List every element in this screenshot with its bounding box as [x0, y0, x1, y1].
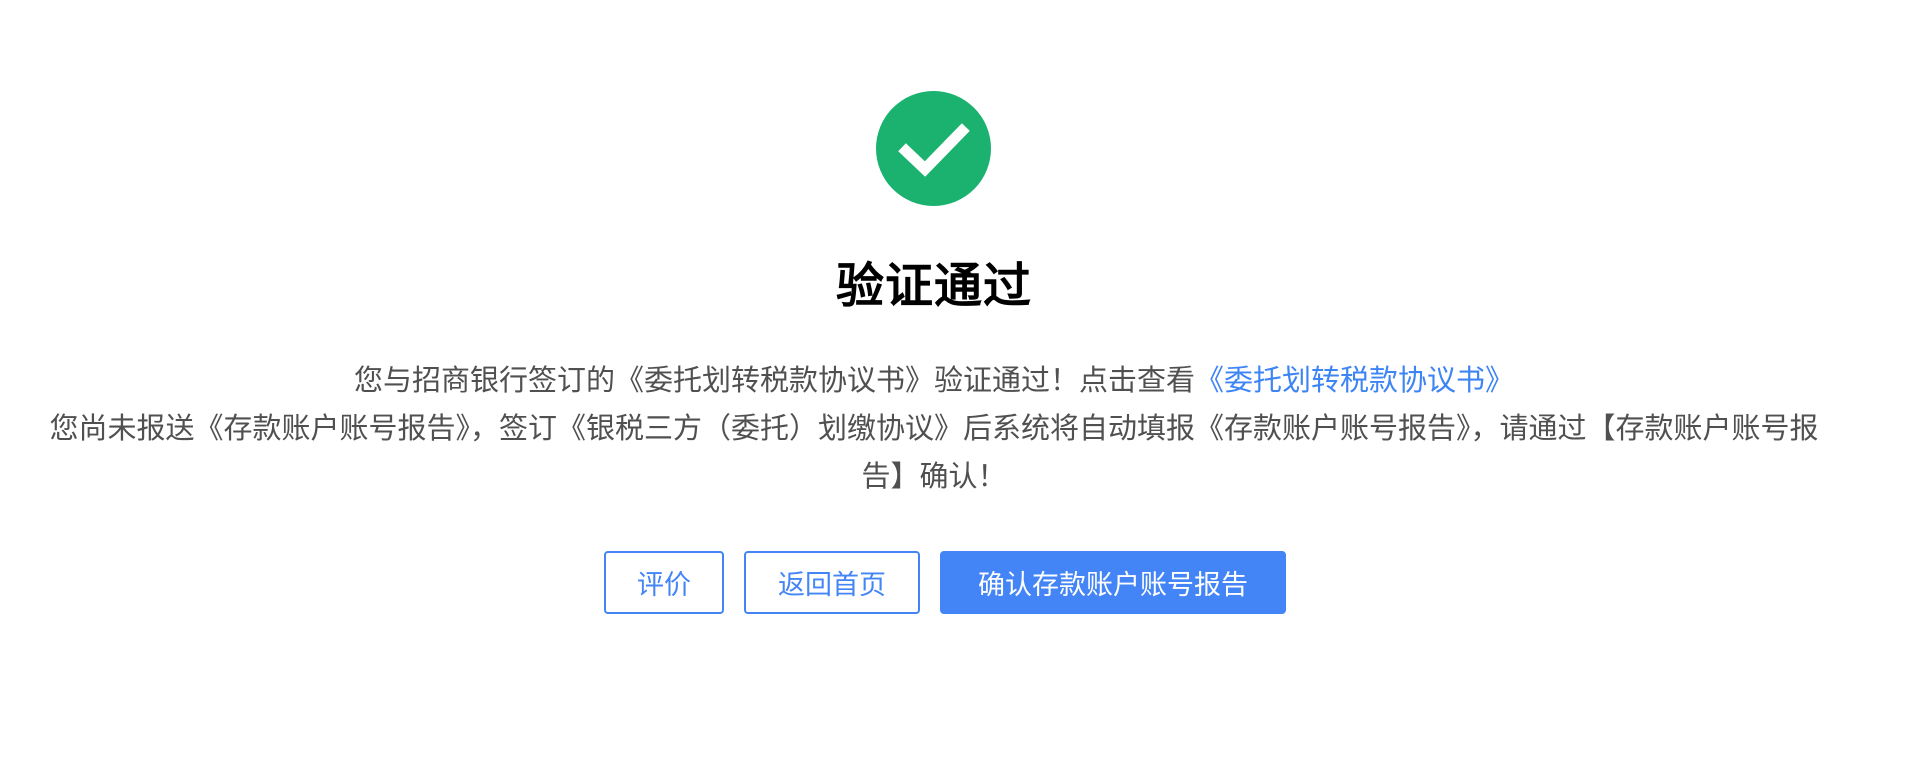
return-home-button[interactable]: 返回首页 — [744, 551, 920, 614]
check-circle-icon — [876, 91, 991, 206]
action-buttons: 评价 返回首页 确认存款账户账号报告 — [0, 551, 1868, 614]
agreement-link[interactable]: 《委托划转税款协议书》 — [1195, 363, 1514, 397]
message-line-1-text: 您与招商银行签订的《委托划转税款协议书》验证通过！点击查看 — [353, 363, 1195, 397]
confirm-deposit-report-button[interactable]: 确认存款账户账号报告 — [940, 551, 1286, 614]
result-page: 验证通过 您与招商银行签订的《委托划转税款协议书》验证通过！点击查看《委托划转税… — [0, 0, 1920, 764]
checkmark-icon — [897, 122, 970, 177]
evaluate-button[interactable]: 评价 — [604, 551, 724, 614]
page-title: 验证通过 — [835, 258, 1032, 314]
result-message: 您与招商银行签订的《委托划转税款协议书》验证通过！点击查看《委托划转税款协议书》… — [40, 356, 1828, 500]
message-line-2: 您尚未报送《存款账户账号报告》，签订《银税三方（委托）划缴协议》后系统将自动填报… — [49, 411, 1819, 493]
message-line-1: 您与招商银行签订的《委托划转税款协议书》验证通过！点击查看《委托划转税款协议书》 — [40, 356, 1828, 404]
